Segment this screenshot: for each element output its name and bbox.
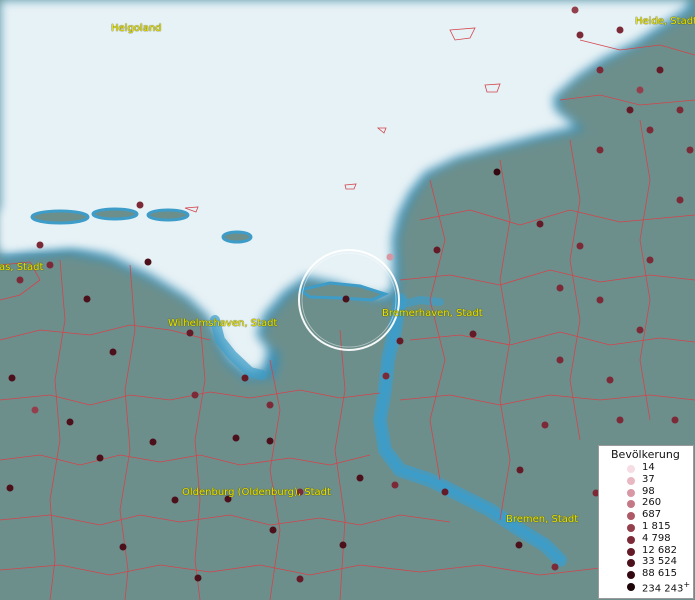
population-dot xyxy=(656,66,664,74)
legend-value: 12 682 xyxy=(642,544,677,556)
population-dot xyxy=(119,543,127,551)
population-dot xyxy=(6,484,14,492)
place-label-helgoland[interactable]: Helgoland xyxy=(111,23,162,34)
legend-dot-icon xyxy=(627,582,635,591)
population-dot xyxy=(636,326,644,334)
population-dot xyxy=(46,261,54,269)
population-dot xyxy=(441,488,449,496)
population-dot xyxy=(96,454,104,462)
population-dot xyxy=(144,258,152,266)
place-label-bremerhaven[interactable]: Bremerhaven, Stadt xyxy=(382,308,483,319)
legend-title: Bevölkerung xyxy=(611,448,680,461)
population-dot xyxy=(556,284,564,292)
population-dot xyxy=(266,437,274,445)
population-dot xyxy=(31,406,39,414)
place-label-left-town[interactable]: as, Stadt xyxy=(0,262,43,273)
population-dot xyxy=(571,6,579,14)
population-dot xyxy=(191,391,199,399)
legend-item: 234 243+ xyxy=(599,579,693,595)
population-dot xyxy=(149,438,157,446)
population-dot xyxy=(536,220,544,228)
population-dot xyxy=(433,246,441,254)
place-label-bremen[interactable]: Bremen, Stadt xyxy=(506,514,578,525)
population-dot xyxy=(8,374,16,382)
legend-value: 37 xyxy=(642,473,655,485)
population-dot xyxy=(686,146,694,154)
population-dot xyxy=(391,481,399,489)
population-dot xyxy=(194,574,202,582)
population-dot xyxy=(36,241,44,249)
population-dot xyxy=(616,416,624,424)
population-dot xyxy=(596,296,604,304)
population-dot xyxy=(646,256,654,264)
population-dot xyxy=(646,126,654,134)
place-label-wilhelmshaven[interactable]: Wilhelmshaven, Stadt xyxy=(168,318,277,329)
population-dot xyxy=(232,434,240,442)
population-dot xyxy=(493,168,501,176)
legend-dot-icon xyxy=(627,523,635,532)
population-dot xyxy=(626,106,634,114)
legend-value: 234 243+ xyxy=(642,579,691,595)
population-dot xyxy=(66,418,74,426)
legend-value: 33 524 xyxy=(642,556,677,568)
population-dot xyxy=(241,374,249,382)
place-label-oldenburg[interactable]: Oldenburg (Oldenburg), Stadt xyxy=(182,487,331,498)
population-dot xyxy=(616,26,624,34)
legend-dot-icon xyxy=(627,476,635,485)
population-dot xyxy=(266,401,274,409)
population-dot xyxy=(515,541,523,549)
legend-dot-icon xyxy=(627,500,635,509)
population-legend: Bevölkerung 14 37 98 260 687 1 815 4 798 12 682… xyxy=(598,445,694,599)
population-dot xyxy=(339,541,347,549)
population-dot xyxy=(551,563,559,571)
population-dot xyxy=(16,276,24,284)
legend-dot-icon xyxy=(627,571,635,580)
map-canvas[interactable] xyxy=(0,0,695,600)
population-dot xyxy=(356,474,364,482)
population-dot xyxy=(269,526,277,534)
population-dot xyxy=(382,372,390,380)
legend-value: 260 xyxy=(642,497,662,509)
legend-value: 98 xyxy=(642,485,655,497)
population-dot xyxy=(636,86,644,94)
population-dot xyxy=(386,253,394,261)
legend-dot-icon xyxy=(627,488,635,497)
population-dot xyxy=(516,466,524,474)
population-dot xyxy=(83,295,91,303)
population-dot xyxy=(596,146,604,154)
population-dot xyxy=(469,330,477,338)
legend-dot-icon xyxy=(627,512,635,521)
population-dot xyxy=(541,421,549,429)
population-dot xyxy=(396,337,404,345)
legend-suffix: + xyxy=(683,579,691,589)
place-label-heide[interactable]: Heide, Stadt xyxy=(635,16,695,27)
legend-value: 687 xyxy=(642,509,662,521)
population-dot xyxy=(676,196,684,204)
legend-value: 88 615 xyxy=(642,568,677,580)
population-dot xyxy=(606,376,614,384)
population-dot xyxy=(296,575,304,583)
legend-value: 1 815 xyxy=(642,520,671,532)
population-dot xyxy=(596,66,604,74)
population-dot xyxy=(136,201,144,209)
population-dot xyxy=(671,416,679,424)
legend-dot-icon xyxy=(627,547,635,556)
legend-value: 4 798 xyxy=(642,532,671,544)
population-dot xyxy=(186,329,194,337)
population-dot xyxy=(576,31,584,39)
population-dot xyxy=(109,348,117,356)
legend-dot-icon xyxy=(627,559,635,568)
population-dot xyxy=(576,242,584,250)
population-dot xyxy=(342,295,350,303)
population-dot xyxy=(556,356,564,364)
population-dot xyxy=(676,106,684,114)
legend-value: 14 xyxy=(642,462,655,473)
legend-dot-icon xyxy=(627,535,635,544)
population-dot xyxy=(171,496,179,504)
legend-dot-icon xyxy=(627,465,635,473)
